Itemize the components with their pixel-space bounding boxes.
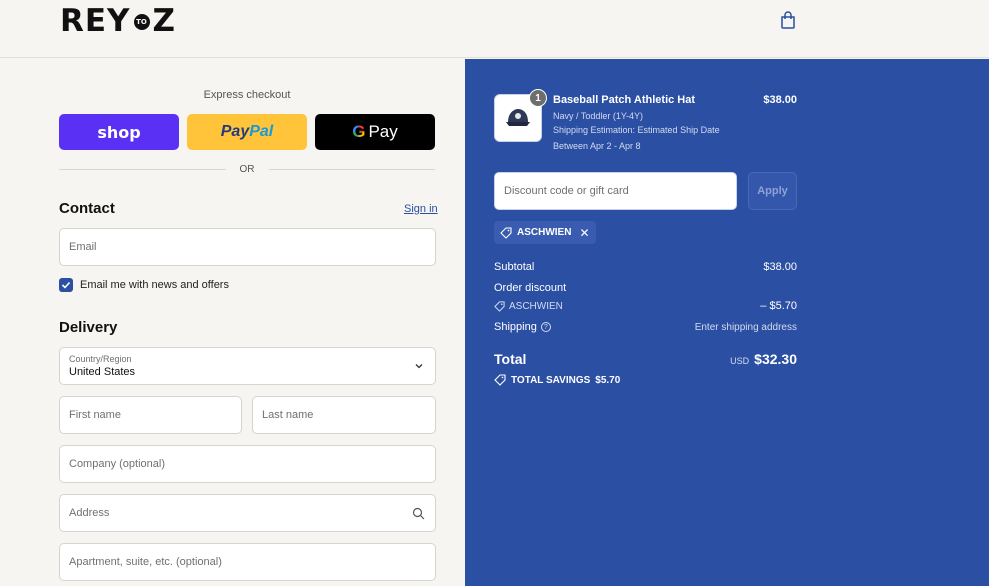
discount-code-input[interactable]: Discount code or gift card [494,172,737,210]
baseball-cap-icon [506,109,530,126]
logo-text-right: Z [152,3,176,39]
shipping-row: Shipping ? Enter shipping address [494,321,797,333]
first-name-placeholder: First name [69,409,121,421]
shop-pay-label: shop [97,122,141,142]
product-variant: Navy / Toddler (1Y-4Y) [553,111,644,121]
country-label: Country/Region [69,353,132,364]
email-placeholder: Email [69,241,97,253]
newsletter-label: Email me with news and offers [80,279,229,291]
checkout-form-panel: Express checkout shop Pay Pal G Pay OR Co… [0,59,465,586]
express-checkout-label: Express checkout [203,89,291,101]
apply-button[interactable]: Apply [748,172,797,210]
product-name: Baseball Patch Athletic Hat [553,94,696,106]
quantity-badge: 1 [529,89,547,107]
checkmark-icon [61,281,71,289]
discount-code-row: ASCHWIEN – $5.70 [494,300,797,312]
shipping-label-group: Shipping ? [494,321,551,333]
contact-title: Contact [59,200,115,217]
savings-label: TOTAL SAVINGS [511,374,591,386]
order-discount-row: Order discount [494,282,797,294]
tag-icon [494,374,506,386]
total-amount: USD $32.30 [730,351,797,367]
applied-code: ASCHWIEN [517,227,572,238]
country-select[interactable]: Country/Region United States [59,347,436,385]
newsletter-checkbox[interactable] [59,278,73,292]
tag-icon [500,226,512,239]
paypal-label-part2: Pal [249,123,274,140]
chevron-down-icon [415,364,423,369]
logo-to-badge: TO [133,14,150,30]
delivery-title: Delivery [59,319,118,336]
discount-value: – $5.70 [760,300,797,312]
savings-value: $5.70 [595,374,621,386]
sign-in-link[interactable]: Sign in [404,203,438,215]
paypal-button[interactable]: Pay Pal [187,114,307,150]
shop-pay-button[interactable]: shop [59,114,179,150]
divider-line [268,168,435,170]
apartment-placeholder: Apartment, suite, etc. (optional) [69,556,222,568]
address-placeholder: Address [69,507,110,519]
discount-code-line: ASCHWIEN [494,301,563,312]
subtotal-value: $38.00 [763,261,797,273]
total-label: Total [494,351,527,367]
shipping-date-range: Between Apr 2 - Apr 8 [553,141,641,151]
subtotal-row: Subtotal $38.00 [494,261,797,273]
order-summary-panel: 1 Baseball Patch Athletic Hat $38.00 Nav… [465,59,989,586]
help-icon[interactable]: ? [540,322,551,332]
total-currency: USD [730,356,750,366]
email-field[interactable]: Email [59,228,436,266]
last-name-field[interactable]: Last name [252,396,436,434]
total-value: $32.30 [754,351,797,367]
google-pay-button[interactable]: G Pay [315,114,435,150]
product-price: $38.00 [763,94,797,106]
shipping-value: Enter shipping address [694,321,797,333]
company-field[interactable]: Company (optional) [59,445,436,483]
subtotal-label: Subtotal [494,261,535,273]
or-divider: OR [59,162,435,176]
store-logo[interactable]: REY TO Z [60,3,176,39]
order-discount-label: Order discount [494,282,567,294]
logo-text-left: REY [60,3,131,39]
search-icon [412,507,425,520]
tag-icon [494,300,505,312]
remove-discount-icon[interactable]: ✕ [579,226,589,240]
applied-discount-chip: ASCHWIEN ✕ [494,221,596,244]
or-label: OR [239,163,255,175]
country-value: United States [69,365,136,378]
discount-code-text: ASCHWIEN [509,300,563,312]
shipping-estimation: Shipping Estimation: Estimated Ship Date [553,125,720,135]
total-row: Total USD $32.30 [494,351,797,367]
address-field[interactable]: Address [59,494,436,532]
shipping-label: Shipping [494,321,537,333]
shopping-bag-icon[interactable] [778,10,798,30]
apartment-field[interactable]: Apartment, suite, etc. (optional) [59,543,436,581]
google-pay-label: Pay [368,122,398,141]
last-name-placeholder: Last name [262,409,314,421]
paypal-label-part1: Pay [220,123,250,140]
first-name-field[interactable]: First name [59,396,242,434]
divider-line [59,168,226,170]
discount-placeholder: Discount code or gift card [504,185,629,197]
newsletter-checkbox-row[interactable]: Email me with news and offers [59,278,229,292]
total-savings-row: TOTAL SAVINGS $5.70 [494,374,797,386]
company-placeholder: Company (optional) [69,458,165,470]
header: REY TO Z [0,0,989,58]
google-g-icon: G [352,122,366,141]
